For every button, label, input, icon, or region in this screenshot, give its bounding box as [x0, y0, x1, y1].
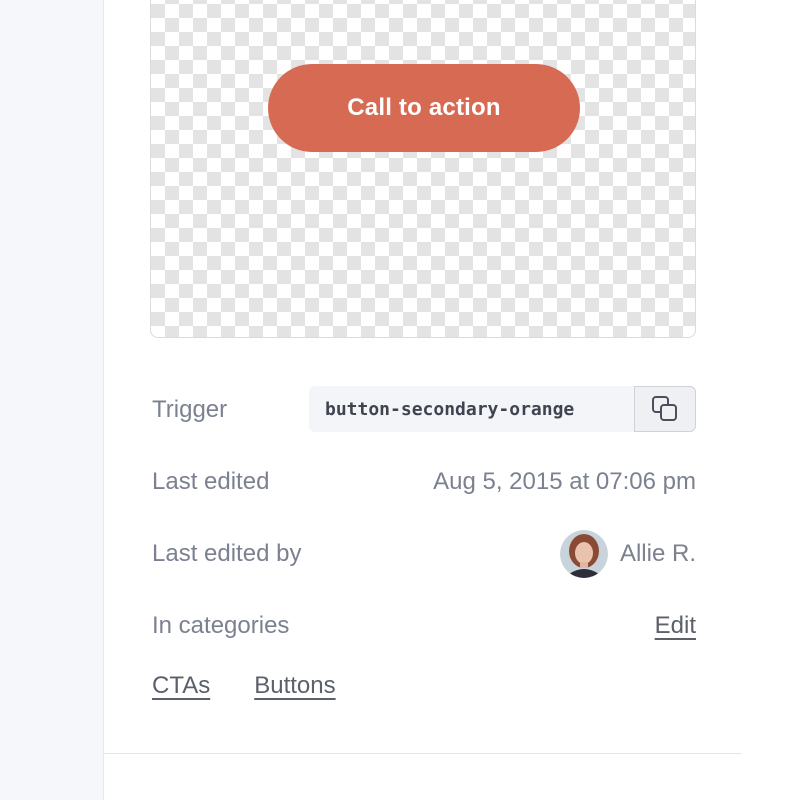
last-edited-by-label: Last edited by: [152, 540, 302, 567]
call-to-action-button[interactable]: Call to action: [268, 64, 580, 152]
avatar: [559, 530, 608, 578]
editor-info: Allie R.: [559, 530, 696, 578]
categories-row: In categories Edit: [152, 602, 696, 650]
trigger-value[interactable]: button-secondary-orange: [309, 386, 634, 432]
detail-panel: Call to action Trigger button-secondary-…: [104, 0, 742, 800]
last-edited-value: Aug 5, 2015 at 07:06 pm: [433, 468, 696, 495]
trigger-label: Trigger: [152, 396, 228, 423]
sidebar-background: [0, 0, 104, 800]
category-link-buttons[interactable]: Buttons: [254, 672, 335, 700]
copy-icon: [652, 396, 677, 421]
copy-trigger-button[interactable]: [634, 386, 696, 432]
last-edited-by-row: Last edited by Allie R.: [152, 530, 696, 578]
category-link-ctas[interactable]: CTAs: [152, 672, 210, 700]
category-list: CTAs Buttons: [152, 672, 336, 700]
last-edited-label: Last edited: [152, 468, 270, 495]
categories-label: In categories: [152, 612, 290, 639]
edit-categories-link[interactable]: Edit: [655, 612, 696, 640]
section-divider: [104, 753, 742, 754]
transparent-preview-canvas: Call to action: [150, 0, 696, 338]
editor-name: Allie R.: [619, 540, 696, 567]
trigger-row: Trigger button-secondary-orange: [152, 386, 696, 434]
last-edited-row: Last edited Aug 5, 2015 at 07:06 pm: [152, 458, 696, 506]
trigger-field: button-secondary-orange: [309, 386, 696, 432]
